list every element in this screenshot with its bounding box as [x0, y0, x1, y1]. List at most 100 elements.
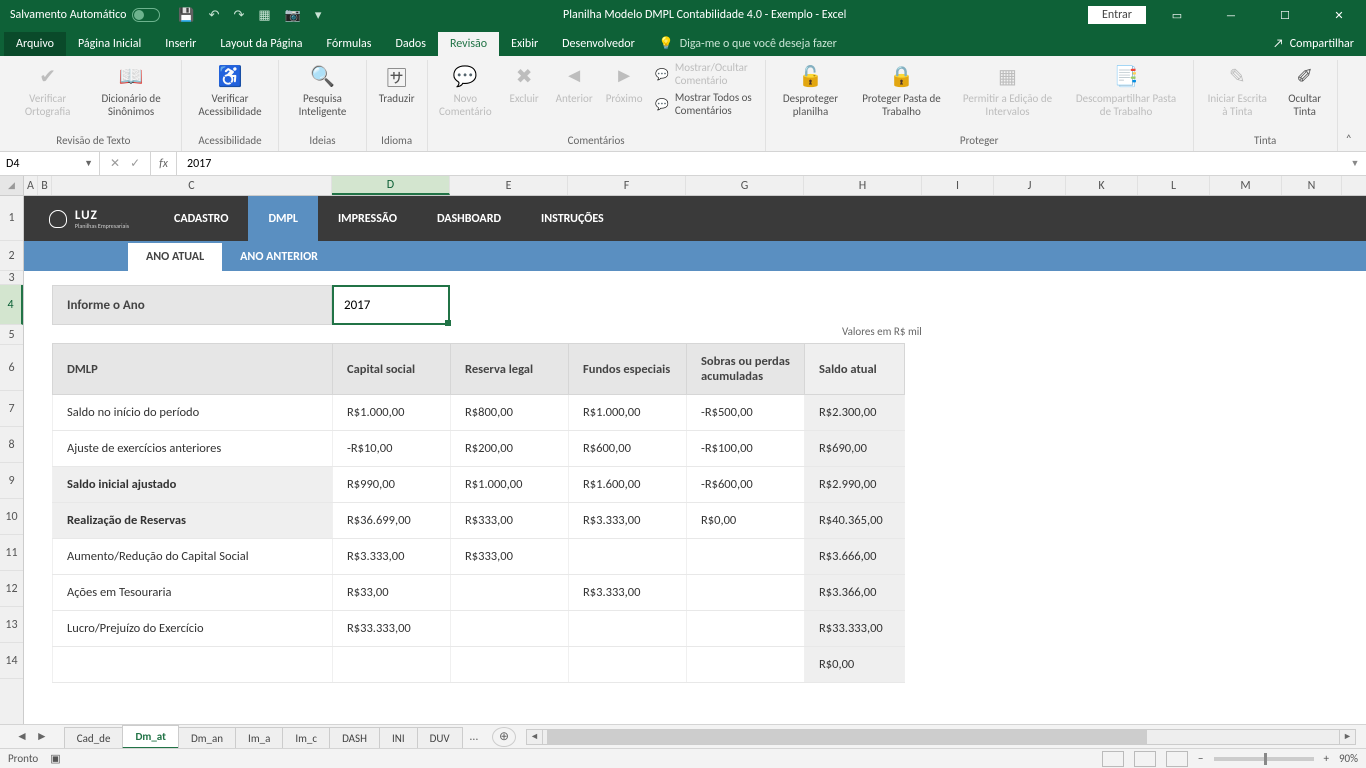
col-G[interactable]: G — [686, 176, 804, 195]
select-all-cell[interactable]: ◢ — [0, 176, 24, 195]
nav-instrucoes[interactable]: INSTRUÇÕES — [521, 196, 624, 241]
cell[interactable] — [569, 647, 687, 683]
cell[interactable]: R$1.000,00 — [451, 467, 569, 503]
sheet-tab[interactable]: DUV — [417, 727, 463, 749]
row-9[interactable]: 9 — [0, 463, 23, 499]
cell[interactable]: -R$100,00 — [687, 431, 805, 467]
cell[interactable]: R$333,00 — [451, 503, 569, 539]
subtab-ano-anterior[interactable]: ANO ANTERIOR — [222, 243, 336, 271]
spreadsheet-grid[interactable]: LUZPlanilhas Empresariais CADASTRO DMPL … — [24, 196, 1366, 752]
view-normal-icon[interactable] — [1102, 751, 1124, 767]
cell[interactable] — [687, 575, 805, 611]
sheet-tab[interactable]: DASH — [329, 727, 380, 749]
row-label[interactable]: Aumento/Redução do Capital Social — [53, 539, 333, 575]
tab-layout[interactable]: Layout da Página — [208, 32, 314, 56]
cell[interactable] — [333, 647, 451, 683]
horizontal-scrollbar[interactable]: ◄ ► — [526, 729, 1356, 745]
nav-cadastro[interactable]: CADASTRO — [154, 196, 248, 241]
cell[interactable]: R$3.333,00 — [333, 539, 451, 575]
row-7[interactable]: 7 — [0, 391, 23, 427]
cell[interactable]: R$2.990,00 — [805, 467, 905, 503]
nav-impressao[interactable]: IMPRESSÃO — [318, 196, 417, 241]
enter-formula-icon[interactable]: ✓ — [130, 156, 140, 171]
ink-hide-button[interactable]: ✐Ocultar Tinta — [1279, 60, 1331, 120]
translate-button[interactable]: 🈂Traduzir — [373, 60, 421, 107]
sheet-nav-next-icon[interactable]: ► — [36, 729, 48, 744]
cell[interactable]: R$1.000,00 — [569, 395, 687, 431]
new-sheet-button[interactable]: ⊕ — [492, 727, 516, 747]
cell[interactable] — [451, 647, 569, 683]
cancel-formula-icon[interactable]: ✕ — [110, 156, 120, 171]
delete-comment-button[interactable]: ✖Excluir — [501, 60, 547, 107]
cell[interactable]: -R$500,00 — [687, 395, 805, 431]
cell[interactable]: R$690,00 — [805, 431, 905, 467]
qat-icon[interactable]: ▦ — [258, 8, 270, 23]
row-2[interactable]: 2 — [0, 241, 23, 271]
row-6[interactable]: 6 — [0, 345, 23, 391]
allow-edit-button[interactable]: ▦Permitir a Edição de Intervalos — [954, 60, 1062, 120]
zoom-level[interactable]: 90% — [1339, 752, 1358, 765]
row-11[interactable]: 11 — [0, 535, 23, 571]
cell[interactable]: -R$10,00 — [333, 431, 451, 467]
row-14[interactable]: 14 — [0, 643, 23, 679]
nav-dashboard[interactable]: DASHBOARD — [417, 196, 521, 241]
tab-home[interactable]: Página Inicial — [66, 32, 153, 56]
maximize-button[interactable]: ☐ — [1262, 0, 1308, 30]
tab-insert[interactable]: Inserir — [153, 32, 208, 56]
ink-start-button[interactable]: ✎Iniciar Escrita à Tinta — [1200, 60, 1275, 120]
col-B[interactable]: B — [38, 176, 52, 195]
row-label[interactable]: Lucro/Prejuízo do Exercício — [53, 611, 333, 647]
row-8[interactable]: 8 — [0, 427, 23, 463]
macro-icon[interactable]: ▣ — [50, 752, 60, 765]
row-label[interactable]: Saldo no início do período — [53, 395, 333, 431]
cell[interactable] — [687, 647, 805, 683]
cell[interactable] — [687, 539, 805, 575]
accessibility-button[interactable]: ♿Verificar Acessibilidade — [188, 60, 272, 120]
unshare-button[interactable]: 📑Descompartilhar Pasta de Trabalho — [1065, 60, 1186, 120]
row-4[interactable]: 4 — [0, 285, 23, 325]
tell-me[interactable]: 💡Diga-me o que você deseja fazer — [647, 31, 849, 56]
chevron-down-icon[interactable]: ▼ — [84, 158, 93, 169]
row-label[interactable]: Realização de Reservas — [53, 503, 333, 539]
row-12[interactable]: 12 — [0, 571, 23, 607]
col-N[interactable]: N — [1282, 176, 1342, 195]
cell[interactable] — [569, 611, 687, 647]
cell[interactable] — [451, 575, 569, 611]
col-A[interactable]: A — [24, 176, 38, 195]
sheet-tab[interactable]: Dm_an — [178, 727, 236, 749]
nav-dmpl[interactable]: DMPL — [248, 196, 318, 241]
tab-view[interactable]: Exibir — [499, 32, 550, 56]
formula-input[interactable]: 2017 — [177, 152, 1344, 175]
show-hide-comment[interactable]: 💬Mostrar/Ocultar Comentário — [651, 60, 759, 88]
row-label[interactable] — [53, 647, 333, 683]
cell[interactable] — [569, 539, 687, 575]
cell[interactable]: R$40.365,00 — [805, 503, 905, 539]
cell[interactable]: R$3.366,00 — [805, 575, 905, 611]
ribbon-options-icon[interactable]: ▭ — [1154, 0, 1200, 30]
col-L[interactable]: L — [1138, 176, 1210, 195]
cell[interactable]: R$333,00 — [451, 539, 569, 575]
spelling-button[interactable]: ✔Verificar Ortografia — [12, 60, 83, 120]
name-box[interactable]: D4▼ — [0, 152, 100, 175]
col-E[interactable]: E — [450, 176, 568, 195]
row-label[interactable]: Ajuste de exercícios anteriores — [53, 431, 333, 467]
cell[interactable]: R$3.666,00 — [805, 539, 905, 575]
scroll-right-icon[interactable]: ► — [1339, 730, 1355, 744]
undo-icon[interactable]: ↶ — [209, 8, 220, 23]
share-button[interactable]: ↗Compartilhar — [1261, 32, 1366, 56]
row-label[interactable]: Saldo inicial ajustado — [53, 467, 333, 503]
scroll-thumb[interactable] — [547, 730, 1147, 744]
save-icon[interactable]: 💾 — [178, 8, 194, 23]
collapse-ribbon-icon[interactable]: ˄ — [1338, 129, 1360, 151]
tab-data[interactable]: Dados — [383, 32, 437, 56]
camera-icon[interactable]: 📷 — [285, 8, 301, 23]
zoom-out-icon[interactable]: − — [1198, 752, 1203, 765]
thesaurus-button[interactable]: 📖Dicionário de Sinônimos — [87, 60, 174, 120]
minimize-button[interactable]: — — [1208, 0, 1254, 30]
show-all-comments[interactable]: 💬Mostrar Todos os Comentários — [651, 90, 759, 118]
row-label[interactable]: Ações em Tesouraria — [53, 575, 333, 611]
fx-icon[interactable]: fx — [151, 152, 177, 175]
scroll-left-icon[interactable]: ◄ — [527, 730, 543, 744]
cell[interactable]: R$3.333,00 — [569, 575, 687, 611]
protect-workbook-button[interactable]: 🔒Proteger Pasta de Trabalho — [853, 60, 949, 120]
